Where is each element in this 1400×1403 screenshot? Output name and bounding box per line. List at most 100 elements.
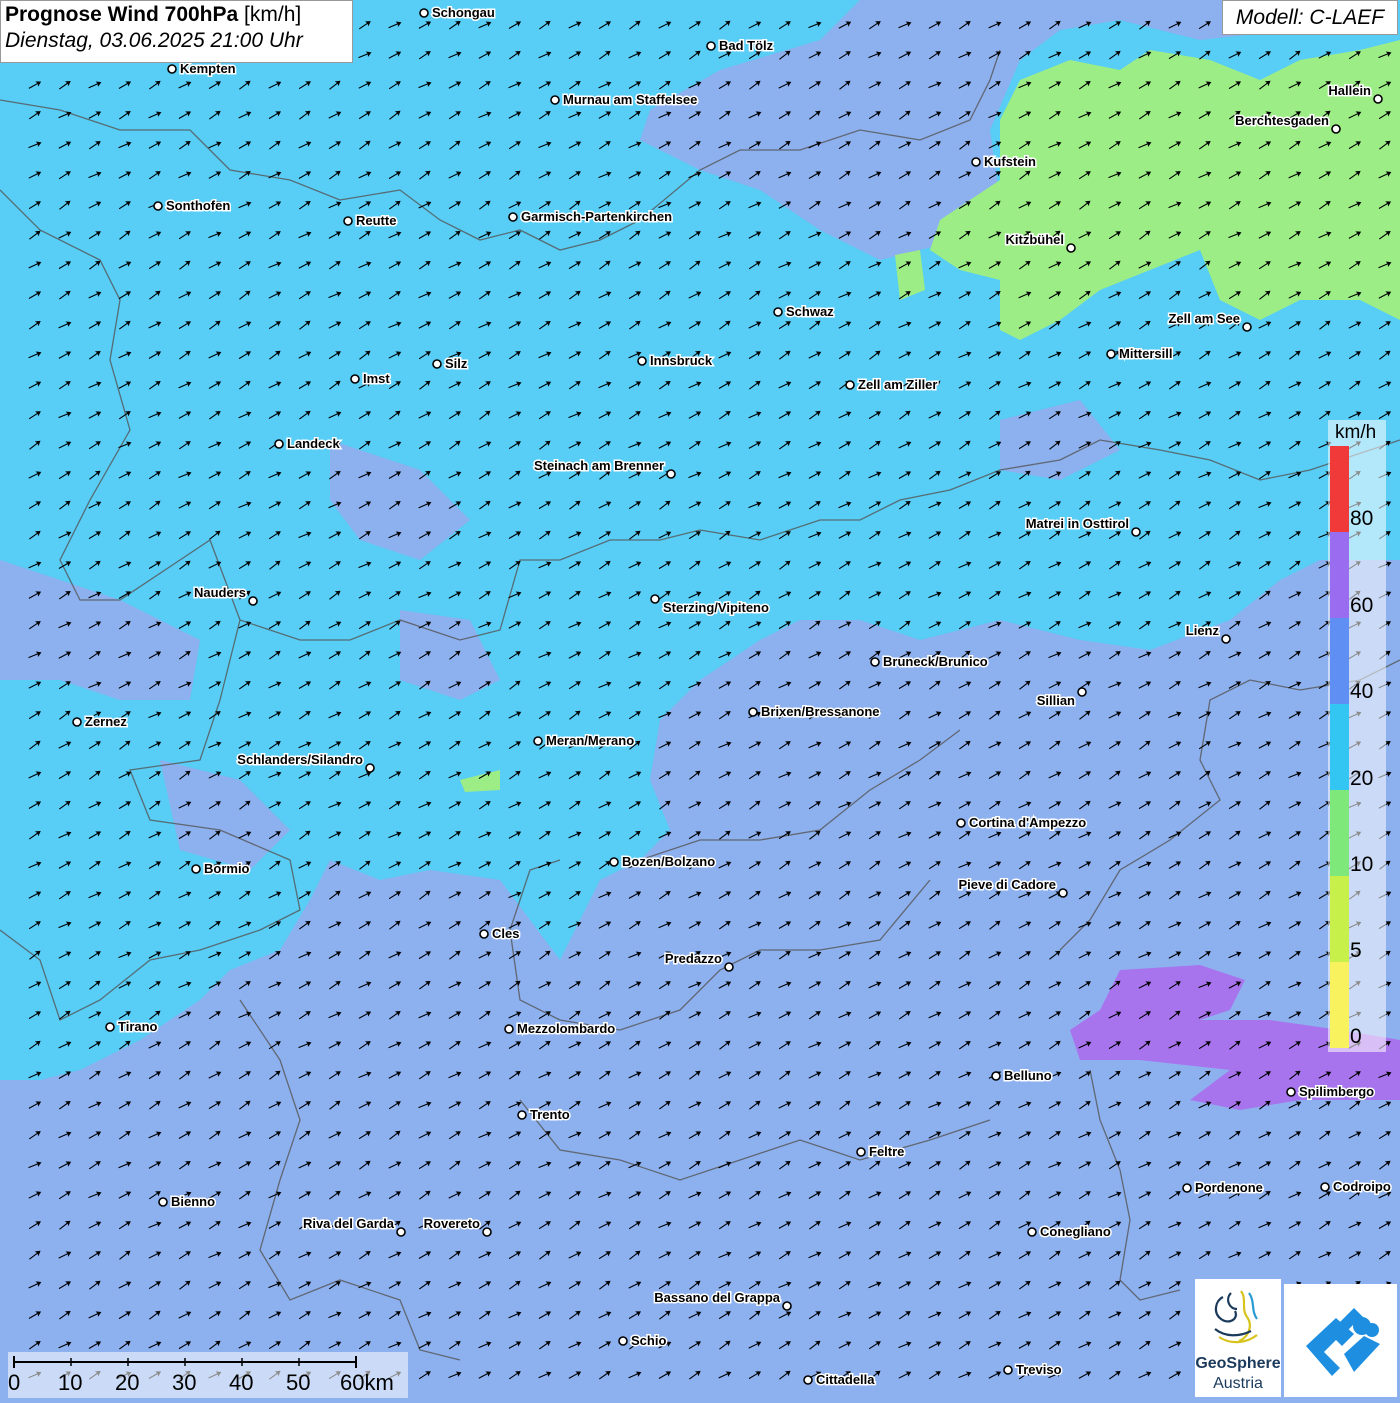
city-label: Schlanders/Silandro xyxy=(237,752,363,767)
city-dot xyxy=(748,707,758,717)
city-dot xyxy=(1077,687,1087,697)
city-marker: Zell am Ziller xyxy=(845,376,939,394)
forecast-datetime: Dienstag, 03.06.2025 21:00 Uhr xyxy=(5,29,303,52)
city-dot xyxy=(343,216,353,226)
city-label: Hallein xyxy=(1328,83,1371,98)
legend-label: 40 xyxy=(1350,680,1374,703)
city-label: Zell am See xyxy=(1168,311,1240,326)
city-label: Conegliano xyxy=(1040,1224,1111,1239)
city-label: Landeck xyxy=(287,436,341,451)
city-dot xyxy=(153,201,163,211)
city-dot xyxy=(158,1197,168,1207)
city-label: Innsbruck xyxy=(650,353,713,368)
city-marker: Bozen/Bolzano xyxy=(609,853,717,871)
city-dot xyxy=(856,1147,866,1157)
city-dot xyxy=(609,857,619,867)
city-label: Pordenone xyxy=(1195,1180,1263,1195)
scale-label: 50 xyxy=(286,1370,311,1395)
city-marker: Cortina d'Ampezzo xyxy=(956,814,1088,832)
city-label: Zell am Ziller xyxy=(858,377,937,392)
city-dot xyxy=(1027,1227,1037,1237)
city-dot xyxy=(191,864,201,874)
city-label: Bruneck/Brunico xyxy=(883,654,988,669)
scale-label: 40 xyxy=(229,1370,254,1395)
city-label: Lienz xyxy=(1186,623,1220,638)
city-label: Sillian xyxy=(1037,693,1075,708)
city-dot xyxy=(724,962,734,972)
map-title: Prognose Wind 700hPa xyxy=(5,3,239,26)
city-dot xyxy=(274,439,284,449)
geosphere-logo-line2: Austria xyxy=(1213,1375,1263,1392)
city-label: Predazzo xyxy=(665,951,722,966)
city-label: Mittersill xyxy=(1119,346,1172,361)
city-dot xyxy=(432,359,442,369)
city-label: Sterzing/Vipiteno xyxy=(663,600,769,615)
city-dot xyxy=(971,157,981,167)
city-dot xyxy=(533,736,543,746)
city-label: Imst xyxy=(363,371,390,386)
title-line: Prognose Wind 700hPa [km/h] xyxy=(5,3,348,27)
model-label: Modell: C-LAEF xyxy=(1222,0,1398,35)
city-label: Matrei in Osttirol xyxy=(1026,516,1129,531)
city-dot xyxy=(782,1301,792,1311)
city-marker: Innsbruck xyxy=(637,352,714,370)
legend-label: 0 xyxy=(1350,1025,1362,1048)
city-dot xyxy=(1131,527,1141,537)
legend-swatch-5 xyxy=(1330,876,1349,962)
city-marker: Bruneck/Brunico xyxy=(870,653,989,671)
city-marker: Pordenone xyxy=(1182,1179,1264,1197)
city-marker: Mezzolombardo xyxy=(504,1020,617,1038)
geosphere-logo[interactable]: GeoSphere Austria xyxy=(1195,1279,1281,1397)
city-dot xyxy=(618,1336,628,1346)
city-label: Pieve di Cadore xyxy=(958,877,1056,892)
city-marker: Garmisch-Partenkirchen xyxy=(508,208,674,226)
wind-map: Schongau Bad Tölz Kempten Murnau am Staffel… xyxy=(0,0,1400,1400)
city-dot xyxy=(845,380,855,390)
city-marker: Meran/Merano xyxy=(533,732,636,750)
city-marker: Sonthofen xyxy=(153,197,232,215)
city-dot xyxy=(105,1022,115,1032)
city-label: Nauders xyxy=(194,585,246,600)
city-dot xyxy=(1320,1182,1330,1192)
city-dot xyxy=(870,657,880,667)
city-label: Feltre xyxy=(869,1144,904,1159)
city-dot xyxy=(803,1375,813,1385)
legend-label: 20 xyxy=(1350,767,1374,790)
legend-colorbar xyxy=(1330,446,1349,1048)
city-dot xyxy=(1106,349,1116,359)
city-dot xyxy=(956,818,966,828)
city-dot xyxy=(550,95,560,105)
city-label: Murnau am Staffelsee xyxy=(563,92,697,107)
city-dot xyxy=(773,307,783,317)
city-label: Sonthofen xyxy=(166,198,230,213)
legend-label: 5 xyxy=(1350,939,1362,962)
geosphere-logo-icon xyxy=(1214,1290,1258,1344)
city-label: Mezzolombardo xyxy=(517,1021,615,1036)
warning-app-logo[interactable] xyxy=(1284,1284,1397,1397)
city-dot xyxy=(504,1024,514,1034)
city-dot xyxy=(637,356,647,366)
city-label: Kempten xyxy=(180,61,236,76)
city-label: Spilimbergo xyxy=(1299,1084,1374,1099)
city-marker: Murnau am Staffelsee xyxy=(550,91,699,109)
city-label: Rovereto xyxy=(424,1216,480,1231)
legend-swatch-60 xyxy=(1330,532,1349,618)
warning-app-logo-icon xyxy=(1306,1308,1380,1376)
legend-unit: km/h xyxy=(1335,422,1377,443)
city-label: Tirano xyxy=(118,1019,158,1034)
city-dot xyxy=(350,374,360,384)
city-label: Kufstein xyxy=(984,154,1036,169)
city-label: Trento xyxy=(530,1107,570,1122)
city-dot xyxy=(1242,322,1252,332)
city-label: Belluno xyxy=(1004,1068,1052,1083)
city-label: Brixen/Bressanone xyxy=(761,704,880,719)
legend-swatch-80 xyxy=(1330,446,1349,532)
city-dot xyxy=(1066,243,1076,253)
city-label: Bozen/Bolzano xyxy=(622,854,715,869)
city-label: Kitzbühel xyxy=(1006,232,1065,247)
city-label: Silz xyxy=(445,356,468,371)
title-box: Prognose Wind 700hPa [km/h] Dienstag, 03… xyxy=(0,0,353,63)
city-dot xyxy=(1221,634,1231,644)
city-marker: Spilimbergo xyxy=(1286,1083,1376,1101)
city-label: Bormio xyxy=(204,861,250,876)
